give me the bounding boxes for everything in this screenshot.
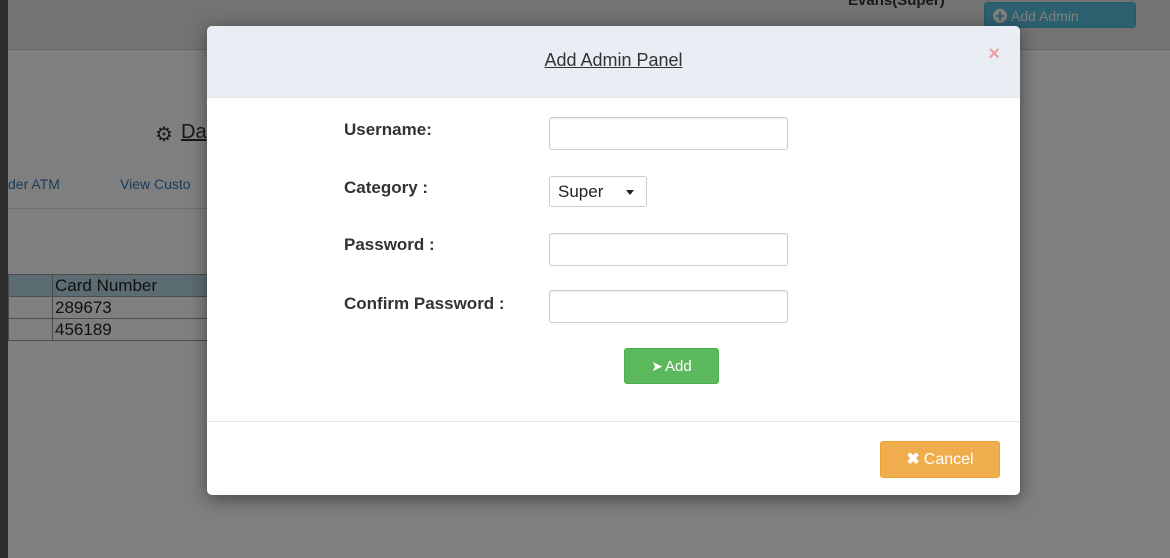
modal-header: Add Admin Panel × [207,26,1020,98]
username-input[interactable] [549,117,788,150]
modal-title: Add Admin Panel [544,50,683,70]
chevron-down-icon [626,190,634,195]
cancel-button-label: Cancel [923,451,974,468]
cancel-button[interactable]: ✖ Cancel [880,441,1000,478]
confirm-password-label: Confirm Password : [344,294,505,313]
modal-footer: ✖ Cancel [207,421,1020,495]
category-selected-value: Super [558,182,604,201]
times-icon: ✖ [906,451,920,468]
paper-plane-icon: ➤ [651,358,664,374]
add-button[interactable]: ➤ Add [624,348,719,384]
close-icon[interactable]: × [988,44,1000,64]
category-select[interactable]: Super [549,176,647,207]
password-input[interactable] [549,233,788,266]
add-button-label: Add [665,358,692,375]
left-edge-strip [0,0,8,558]
confirm-password-input[interactable] [549,290,788,323]
password-label: Password : [344,235,435,254]
add-admin-modal: Add Admin Panel × Username: Category : S… [207,26,1020,495]
category-label: Category : [344,178,429,197]
username-label: Username: [344,120,432,139]
